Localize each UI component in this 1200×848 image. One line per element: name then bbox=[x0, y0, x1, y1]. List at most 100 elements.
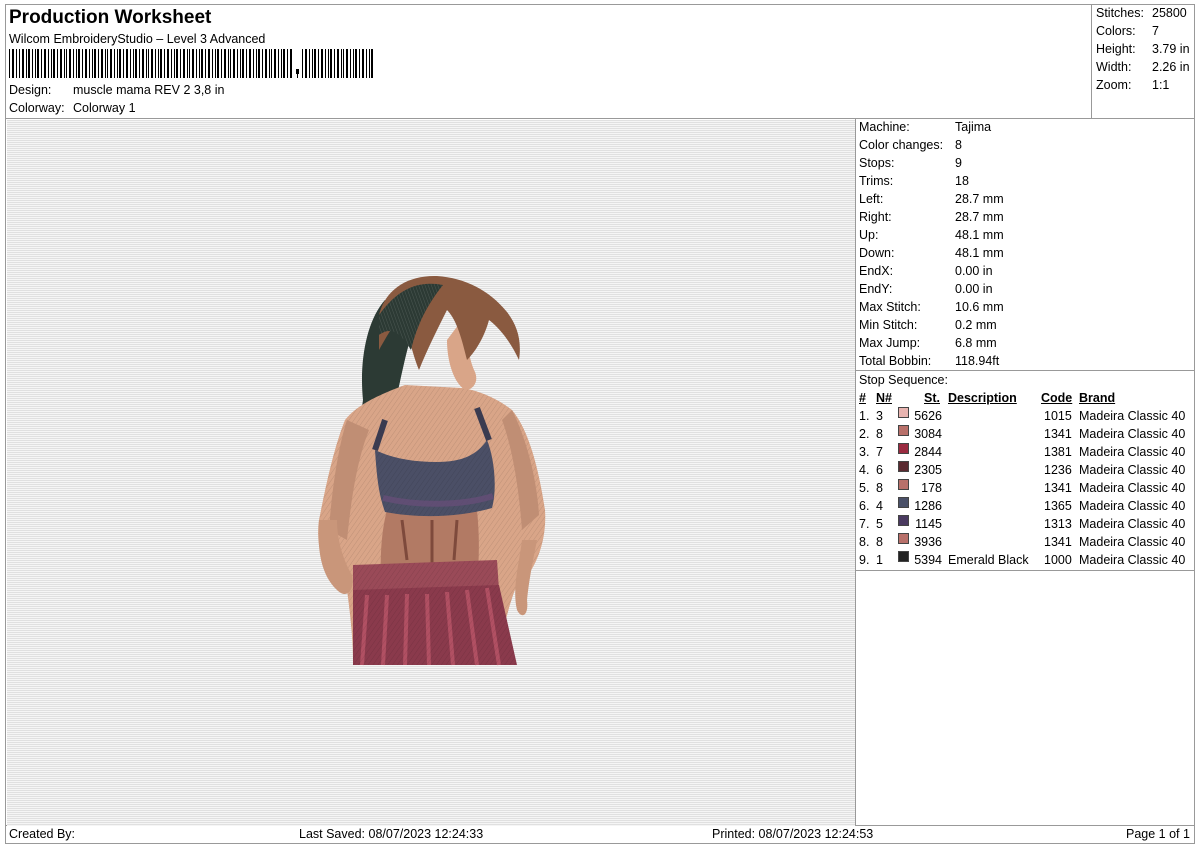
row-code: 1236 bbox=[1044, 463, 1072, 477]
row-needle: 5 bbox=[876, 517, 883, 531]
stat-label: Height: bbox=[1096, 42, 1136, 56]
stat-label: Zoom: bbox=[1096, 78, 1132, 92]
machine-info-value: 0.00 in bbox=[955, 264, 993, 278]
machine-info-value: Tajima bbox=[955, 120, 992, 134]
col-header-num: # bbox=[859, 391, 866, 405]
color-swatch bbox=[898, 461, 909, 472]
color-swatch bbox=[898, 533, 909, 544]
design-label: Design: bbox=[9, 83, 52, 97]
row-number: 2. bbox=[859, 427, 870, 441]
stat-label: Stitches: bbox=[1096, 6, 1144, 20]
row-brand: Madeira Classic 40 bbox=[1079, 427, 1186, 441]
row-number: 4. bbox=[859, 463, 870, 477]
header-divider bbox=[5, 118, 1195, 119]
machine-info-value: 9 bbox=[955, 156, 962, 170]
row-brand: Madeira Classic 40 bbox=[1079, 463, 1186, 477]
row-stitches: 178 bbox=[921, 481, 942, 495]
stat-value: 7 bbox=[1152, 24, 1159, 38]
row-number: 3. bbox=[859, 445, 870, 459]
col-header-brand: Brand bbox=[1079, 391, 1116, 405]
stop-sequence-title: Stop Sequence: bbox=[859, 373, 948, 387]
row-description: Emerald Black bbox=[948, 553, 1029, 567]
row-stitches: 2844 bbox=[914, 445, 942, 459]
created-by: Created By: bbox=[9, 827, 76, 841]
row-code: 1341 bbox=[1044, 535, 1072, 549]
machine-info-label: Down: bbox=[859, 246, 895, 260]
machine-info-value: 0.00 in bbox=[955, 282, 993, 296]
colorway-value: Colorway 1 bbox=[73, 101, 136, 115]
row-stitches: 2305 bbox=[914, 463, 942, 477]
color-swatch bbox=[898, 497, 909, 508]
col-header-description: Description bbox=[948, 391, 1017, 405]
page-title: Production Worksheet bbox=[9, 7, 212, 28]
machine-info-value: 48.1 mm bbox=[955, 246, 1004, 260]
row-brand: Madeira Classic 40 bbox=[1079, 409, 1186, 423]
machine-info-label: Right: bbox=[859, 210, 892, 224]
row-number: 9. bbox=[859, 553, 870, 567]
row-number: 5. bbox=[859, 481, 870, 495]
stat-value: 3.79 in bbox=[1152, 42, 1190, 56]
color-swatch bbox=[898, 515, 909, 526]
last-saved: Last Saved: 08/07/2023 12:24:33 bbox=[299, 827, 484, 841]
color-swatch bbox=[898, 425, 909, 436]
row-number: 8. bbox=[859, 535, 870, 549]
row-needle: 1 bbox=[876, 553, 883, 567]
row-brand: Madeira Classic 40 bbox=[1079, 535, 1186, 549]
row-needle: 7 bbox=[876, 445, 883, 459]
row-number: 6. bbox=[859, 499, 870, 513]
stop-sequence-row: 4. 6 2305 1236 Madeira Classic 40 bbox=[859, 461, 1193, 479]
row-brand: Madeira Classic 40 bbox=[1079, 445, 1186, 459]
col-header-needle: N# bbox=[876, 391, 892, 405]
stat-value: 1:1 bbox=[1152, 78, 1170, 92]
machine-info-value: 118.94ft bbox=[955, 354, 1000, 368]
machine-info-value: 8 bbox=[955, 138, 962, 152]
row-number: 7. bbox=[859, 517, 870, 531]
stop-sequence-row: 3. 7 2844 1381 Madeira Classic 40 bbox=[859, 443, 1193, 461]
row-needle: 8 bbox=[876, 535, 883, 549]
row-code: 1000 bbox=[1044, 553, 1072, 567]
machine-info-label: Trims: bbox=[859, 174, 894, 188]
machine-info-value: 10.6 mm bbox=[955, 300, 1004, 314]
page-number: Page 1 of 1 bbox=[1126, 827, 1190, 841]
machine-info-label: Left: bbox=[859, 192, 884, 206]
row-stitches: 5394 bbox=[914, 553, 942, 567]
row-code: 1365 bbox=[1044, 499, 1072, 513]
machine-info-label: Total Bobbin: bbox=[859, 354, 932, 368]
embroidery-design-image bbox=[318, 275, 546, 666]
row-stitches: 1145 bbox=[915, 517, 942, 531]
row-brand: Madeira Classic 40 bbox=[1079, 499, 1186, 513]
machine-info-label: EndY: bbox=[859, 282, 893, 296]
machine-info-value: 18 bbox=[955, 174, 969, 188]
preview-divider bbox=[855, 118, 856, 825]
row-code: 1015 bbox=[1044, 409, 1072, 423]
machine-info-label: Min Stitch: bbox=[859, 318, 918, 332]
row-stitches: 5626 bbox=[914, 409, 942, 423]
machine-info-label: Max Stitch: bbox=[859, 300, 921, 314]
row-needle: 8 bbox=[876, 481, 883, 495]
stat-value: 2.26 in bbox=[1152, 60, 1190, 74]
barcode bbox=[9, 49, 373, 78]
software-name: Wilcom EmbroideryStudio – Level 3 Advanc… bbox=[9, 32, 266, 46]
machine-info-label: Max Jump: bbox=[859, 336, 921, 350]
col-header-stitches: St. bbox=[924, 391, 940, 405]
stop-sequence-row: 8. 8 3936 1341 Madeira Classic 40 bbox=[859, 533, 1193, 551]
row-stitches: 3084 bbox=[914, 427, 942, 441]
stop-sequence-row: 1. 3 5626 1015 Madeira Classic 40 bbox=[859, 407, 1193, 425]
row-number: 1. bbox=[859, 409, 870, 423]
machine-info-value: 6.8 mm bbox=[955, 336, 997, 350]
machine-info-value: 28.7 mm bbox=[955, 210, 1004, 224]
stop-sequence-row: 2. 8 3084 1341 Madeira Classic 40 bbox=[859, 425, 1193, 443]
row-code: 1341 bbox=[1044, 427, 1072, 441]
color-swatch bbox=[898, 551, 909, 562]
machine-info-value: 0.2 mm bbox=[955, 318, 997, 332]
row-needle: 6 bbox=[876, 463, 883, 477]
row-needle: 3 bbox=[876, 409, 883, 423]
machine-info-value: 48.1 mm bbox=[955, 228, 1004, 242]
color-swatch bbox=[898, 407, 909, 418]
row-brand: Madeira Classic 40 bbox=[1079, 481, 1186, 495]
design-preview bbox=[7, 120, 855, 826]
stop-sequence-row: 5. 8 178 1341 Madeira Classic 40 bbox=[859, 479, 1193, 497]
machine-info-value: 28.7 mm bbox=[955, 192, 1004, 206]
sequence-divider bbox=[855, 570, 1195, 571]
machine-info-label: EndX: bbox=[859, 264, 894, 278]
